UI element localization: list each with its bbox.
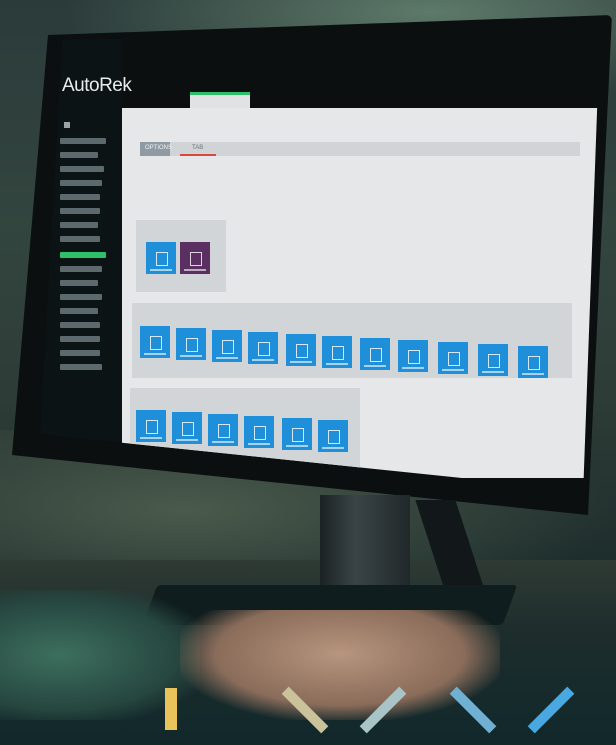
app-tile[interactable]	[398, 340, 428, 372]
screen: AutoRek OPTIONS TAB	[40, 30, 600, 491]
sidebar-item[interactable]	[60, 308, 98, 314]
sidebar-item[interactable]	[60, 208, 100, 214]
options-label: OPTIONS	[145, 145, 173, 151]
toolbar-tab[interactable]: TAB	[180, 142, 216, 156]
sidebar-item[interactable]	[60, 266, 102, 272]
app-tile[interactable]	[318, 420, 348, 452]
app-tile[interactable]	[180, 242, 210, 274]
decor-bar	[165, 688, 177, 730]
sidebar-item[interactable]	[60, 294, 102, 300]
app-tile[interactable]	[286, 334, 316, 366]
app-tile[interactable]	[438, 342, 468, 374]
sidebar-item[interactable]	[60, 350, 100, 356]
app-tile[interactable]	[322, 336, 352, 368]
toolbar-tab-label: TAB	[192, 145, 204, 151]
app-tile[interactable]	[282, 418, 312, 450]
sidebar-item[interactable]	[60, 322, 100, 328]
app-tile[interactable]	[140, 326, 170, 358]
sidebar-item[interactable]	[60, 152, 98, 158]
main-content: OPTIONS TAB	[122, 108, 600, 478]
sidebar-item[interactable]	[60, 280, 98, 286]
sidebar-item[interactable]	[60, 222, 98, 228]
app-tile[interactable]	[212, 330, 242, 362]
sidebar-item[interactable]	[60, 236, 100, 242]
sidebar-item-active[interactable]	[60, 252, 106, 258]
options-button[interactable]: OPTIONS	[140, 142, 173, 156]
top-tab[interactable]	[190, 92, 250, 109]
app-tile[interactable]	[136, 410, 166, 442]
app-tile[interactable]	[172, 412, 202, 444]
menu-icon[interactable]	[64, 122, 70, 128]
app-tile[interactable]	[146, 242, 176, 274]
sidebar-item[interactable]	[60, 180, 102, 186]
app-tile[interactable]	[518, 346, 548, 378]
app-tile[interactable]	[176, 328, 206, 360]
sidebar-item[interactable]	[60, 194, 100, 200]
app-tile[interactable]	[478, 344, 508, 376]
app-logo: AutoRek	[62, 75, 132, 96]
app-tile[interactable]	[208, 414, 238, 446]
app-tile[interactable]	[248, 332, 278, 364]
sidebar-item[interactable]	[60, 166, 104, 172]
sidebar-item[interactable]	[60, 364, 102, 370]
hand	[180, 610, 500, 720]
app-tile[interactable]	[244, 416, 274, 448]
sidebar-item[interactable]	[60, 138, 106, 144]
app-tile[interactable]	[360, 338, 390, 370]
sidebar-item[interactable]	[60, 336, 100, 342]
